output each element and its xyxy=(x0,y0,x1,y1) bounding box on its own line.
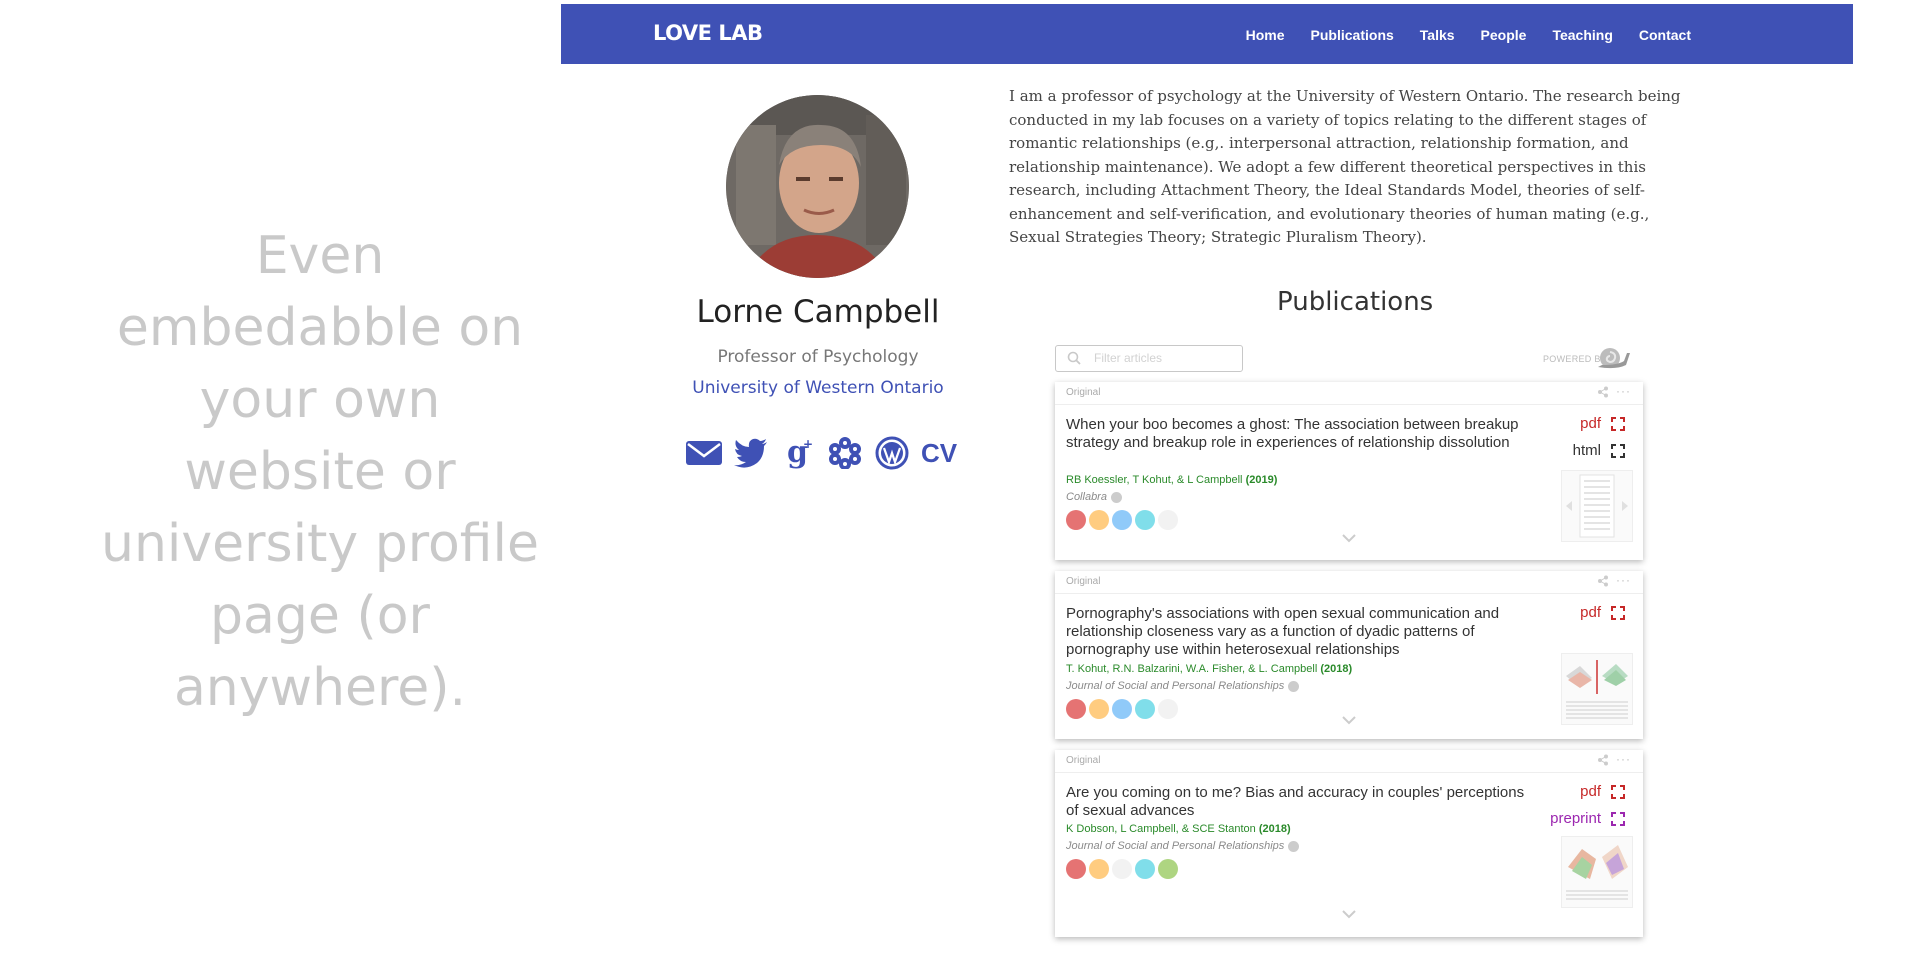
avatar xyxy=(726,95,909,278)
materials-badge-icon[interactable] xyxy=(1158,699,1178,719)
cv-link[interactable]: CV xyxy=(920,434,958,472)
publication-card[interactable]: Original ··· Are you coming on to me? Bi… xyxy=(1055,750,1643,937)
chevron-down-icon[interactable] xyxy=(1342,910,1356,919)
publications-heading: Publications xyxy=(1277,287,1434,317)
pdf-link[interactable]: pdf xyxy=(1580,415,1601,432)
social-icons: g + CV xyxy=(685,434,958,472)
materials-badge-icon[interactable] xyxy=(1158,859,1178,879)
check-badge-icon[interactable] xyxy=(1066,859,1086,879)
publication-year: (2018) xyxy=(1258,823,1291,835)
filter-box xyxy=(1055,345,1243,372)
share-icon[interactable] xyxy=(1597,386,1609,398)
card-tag: Original xyxy=(1066,576,1101,587)
publication-authors: T. Kohut, R.N. Balzarini, W.A. Fisher, &… xyxy=(1066,663,1353,675)
nav-menu: Home Publications Talks People Teaching … xyxy=(1246,27,1691,43)
publication-card[interactable]: Original ··· Pornography's associations … xyxy=(1055,571,1643,739)
package-badge-icon[interactable] xyxy=(1089,699,1109,719)
expand-icon[interactable] xyxy=(1611,811,1625,826)
bio-text: I am a professor of psychology at the Un… xyxy=(1009,87,1681,246)
nav-people[interactable]: People xyxy=(1481,27,1527,43)
publication-year: (2018) xyxy=(1320,663,1353,675)
paper-thumbnail[interactable] xyxy=(1561,836,1633,908)
card-header: Original ··· xyxy=(1055,382,1643,405)
paper-thumbnail[interactable] xyxy=(1561,653,1633,725)
publication-title[interactable]: When your boo becomes a ghost: The assoc… xyxy=(1066,416,1536,452)
filter-articles-input[interactable] xyxy=(1092,350,1236,366)
site-brand[interactable]: LOVE LAB xyxy=(653,21,763,45)
paper-thumbnail[interactable] xyxy=(1561,470,1633,542)
share-icon[interactable] xyxy=(1597,575,1609,587)
pdf-link[interactable]: pdf xyxy=(1580,604,1601,621)
nav-teaching[interactable]: Teaching xyxy=(1552,27,1612,43)
publication-title[interactable]: Pornography's associations with open sex… xyxy=(1066,605,1536,659)
publication-title[interactable]: Are you coming on to me? Bias and accura… xyxy=(1066,784,1536,820)
expand-icon[interactable] xyxy=(1611,416,1625,431)
data-badge-icon[interactable] xyxy=(1112,859,1132,879)
code-badge-icon[interactable] xyxy=(1135,510,1155,530)
profile-university-link[interactable]: University of Western Ontario xyxy=(641,378,995,398)
wordpress-icon[interactable] xyxy=(873,434,911,472)
publication-links: pdf html xyxy=(1573,410,1625,464)
materials-badge-icon[interactable] xyxy=(1158,510,1178,530)
publication-year: (2019) xyxy=(1245,474,1278,486)
svg-text:+: + xyxy=(803,437,813,451)
nav-talks[interactable]: Talks xyxy=(1420,27,1455,43)
code-badge-icon[interactable] xyxy=(1135,699,1155,719)
chevron-down-icon[interactable] xyxy=(1342,716,1356,725)
chevron-down-icon[interactable] xyxy=(1342,534,1356,543)
expand-icon[interactable] xyxy=(1611,443,1625,458)
nav-publications[interactable]: Publications xyxy=(1311,27,1394,43)
check-badge-icon[interactable] xyxy=(1066,699,1086,719)
publication-journal: Journal of Social and Personal Relations… xyxy=(1066,680,1300,692)
data-badge-icon[interactable] xyxy=(1112,510,1132,530)
publication-journal: Journal of Social and Personal Relations… xyxy=(1066,840,1300,852)
doi-icon[interactable] xyxy=(1288,840,1300,852)
preprint-link[interactable]: preprint xyxy=(1550,810,1601,827)
share-icon[interactable] xyxy=(1597,754,1609,766)
publication-links: pdf xyxy=(1580,599,1625,626)
publication-authors: RB Koessler, T Kohut, & L Campbell (2019… xyxy=(1066,474,1278,486)
card-tag: Original xyxy=(1066,755,1101,766)
twitter-icon[interactable] xyxy=(732,434,770,472)
google-scholar-icon[interactable]: g + xyxy=(779,434,817,472)
card-header: Original ··· xyxy=(1055,571,1643,594)
profile-photo xyxy=(726,95,909,278)
badge-row xyxy=(1066,699,1178,719)
expand-icon[interactable] xyxy=(1611,784,1625,799)
doi-icon[interactable] xyxy=(1288,680,1300,692)
email-icon[interactable] xyxy=(685,434,723,472)
snail-logo-icon[interactable] xyxy=(1596,345,1632,369)
promo-text: Even embedabble on your own website or u… xyxy=(101,226,539,718)
publication-journal: Collabra xyxy=(1066,491,1122,503)
navbar: LOVE LAB Home Publications Talks People … xyxy=(561,4,1853,64)
package-badge-icon[interactable] xyxy=(1089,510,1109,530)
researchgate-icon[interactable] xyxy=(826,434,864,472)
nav-home[interactable]: Home xyxy=(1246,27,1285,43)
more-options-icon[interactable]: ··· xyxy=(1616,384,1631,398)
profile-name: Lorne Campbell xyxy=(696,294,940,330)
search-icon xyxy=(1067,351,1081,365)
code-badge-icon[interactable] xyxy=(1135,859,1155,879)
publication-links: pdf preprint xyxy=(1550,778,1625,832)
data-badge-icon[interactable] xyxy=(1112,699,1132,719)
publication-authors: K Dobson, L Campbell, & SCE Stanton (201… xyxy=(1066,823,1291,835)
check-badge-icon[interactable] xyxy=(1066,510,1086,530)
package-badge-icon[interactable] xyxy=(1089,859,1109,879)
badge-row xyxy=(1066,510,1178,530)
pdf-link[interactable]: pdf xyxy=(1580,783,1601,800)
more-options-icon[interactable]: ··· xyxy=(1616,573,1631,587)
profile-title: Professor of Psychology xyxy=(717,347,919,367)
html-link[interactable]: html xyxy=(1573,442,1601,459)
badge-row xyxy=(1066,859,1178,879)
card-header: Original ··· xyxy=(1055,750,1643,773)
card-tag: Original xyxy=(1066,387,1101,398)
publication-card[interactable]: Original ··· When your boo becomes a gho… xyxy=(1055,382,1643,560)
more-options-icon[interactable]: ··· xyxy=(1616,752,1631,766)
nav-contact[interactable]: Contact xyxy=(1639,27,1691,43)
doi-icon[interactable] xyxy=(1110,491,1122,503)
embedded-site: LOVE LAB Home Publications Talks People … xyxy=(561,4,1853,974)
expand-icon[interactable] xyxy=(1611,605,1625,620)
